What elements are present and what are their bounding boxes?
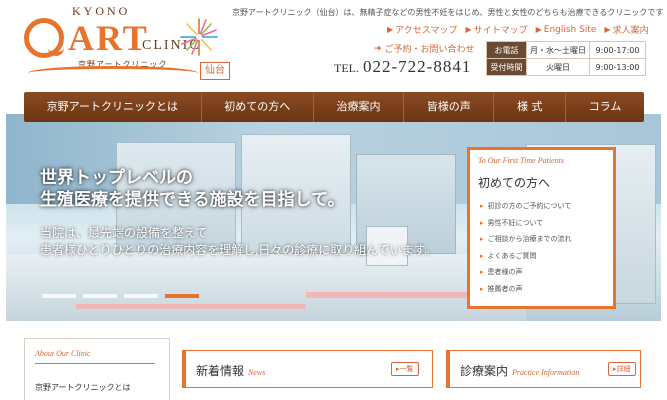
list-item[interactable]: ▸ ご相談から治療までの流れ xyxy=(480,231,572,248)
hours-time: 9:00-17:00 xyxy=(589,41,646,59)
slide-indicators xyxy=(42,294,199,298)
reception-label: 受付時間 xyxy=(486,58,527,76)
slide-dot[interactable] xyxy=(42,294,76,298)
chevron-right-icon: ▶ xyxy=(387,25,394,34)
table-row: 受付時間 火曜日 9:00-13:00 xyxy=(486,58,646,76)
first-time-title: 初めての方へ xyxy=(478,176,551,190)
reception-hours-table: お電話 月・水〜土曜日 9:00-17:00 受付時間 火曜日 9:00-13:… xyxy=(486,41,646,76)
logo-kyono: KYONO xyxy=(72,4,131,18)
hours-days: 火曜日 xyxy=(526,58,590,76)
about-underline xyxy=(35,363,155,364)
practice-info-detail-button[interactable]: ▸詳細 xyxy=(608,362,636,376)
triangle-bullet-icon: ▸ xyxy=(480,268,484,276)
hours-days: 月・水〜土曜日 xyxy=(526,41,590,59)
table-row: お電話 月・水〜土曜日 9:00-17:00 xyxy=(486,41,646,59)
hero-title: 世界トップレベルの 生殖医療を提供できる施設を目指して。 xyxy=(40,168,345,209)
nav-column[interactable]: コラム xyxy=(566,92,644,122)
logo-swoosh xyxy=(28,66,198,80)
logo-sendai-badge: 仙台 xyxy=(200,62,230,80)
hours-time: 9:00-13:00 xyxy=(589,58,646,76)
practice-info-title: 診療案内 Practice Information xyxy=(460,364,580,378)
logo-art: ART xyxy=(68,18,149,58)
nav-about[interactable]: 京野アートクリニックとは xyxy=(24,92,202,122)
triangle-bullet-icon: ▸ xyxy=(480,284,484,293)
english-site-link[interactable]: ▶ English Site xyxy=(536,23,597,36)
triangle-bullet-icon: ▸ xyxy=(480,218,484,227)
tel-label: TEL. xyxy=(334,61,359,75)
nav-treatment[interactable]: 治療案内 xyxy=(314,92,405,122)
chevron-right-icon: ▶ xyxy=(465,25,472,34)
reservation-link[interactable]: ➜ ご予約・お問い合わせ xyxy=(374,42,475,56)
chevron-right-icon: ▶ xyxy=(604,25,611,34)
list-item[interactable]: ▸ よくあるご質問 xyxy=(480,248,572,265)
news-en-title: News xyxy=(248,368,266,377)
slide-dot[interactable] xyxy=(124,294,158,298)
practice-info-header: 診療案内 Practice Information ▸詳細 xyxy=(446,350,641,388)
phone-label: お電話 xyxy=(486,41,527,59)
list-item[interactable]: ▸ 男性不妊について xyxy=(480,215,572,232)
triangle-bullet-icon: ▸ xyxy=(480,251,484,260)
nav-voices[interactable]: 皆様の声 xyxy=(404,92,495,122)
news-list-button[interactable]: ▸一覧 xyxy=(391,362,419,376)
about-en-title: About Our Clinic xyxy=(35,349,91,358)
hero-photo-accent xyxy=(76,304,306,309)
nav-first-time[interactable]: 初めての方へ xyxy=(202,92,314,122)
logo-q-tail xyxy=(48,46,64,56)
chevron-right-icon: ▶ xyxy=(535,25,542,34)
triangle-bullet-icon: ▸ xyxy=(480,202,484,210)
first-time-en-title: To Our First Time Patients xyxy=(478,156,564,165)
slide-dot[interactable] xyxy=(83,294,117,298)
first-time-panel: To Our First Time Patients 初めての方へ ▸ 初診の方の… xyxy=(467,147,616,309)
phone-number[interactable]: TEL. 022-722-8841 xyxy=(334,57,471,77)
firework-icon xyxy=(180,18,218,56)
sitemap-link[interactable]: ▶ サイトマップ xyxy=(465,23,527,36)
news-title: 新着情報 News xyxy=(196,364,266,378)
site-tagline: 京野アートクリニック（仙台）は、無精子症などの男性不妊をはじめ、男性と女性のどち… xyxy=(232,8,664,17)
recruit-link[interactable]: ▶ 求人案内 xyxy=(604,23,648,36)
tel-number: 022-722-8841 xyxy=(363,57,472,76)
access-map-link[interactable]: ▶ アクセスマップ xyxy=(387,23,457,36)
triangle-bullet-icon: ▸ xyxy=(480,235,484,243)
list-item[interactable]: ▸ 推薦者の声 xyxy=(480,281,572,298)
global-nav: 京野アートクリニックとは 初めての方へ 治療案内 皆様の声 様 式 コラム xyxy=(24,92,644,122)
practice-info-en-title: Practice Information xyxy=(512,368,580,377)
nav-forms[interactable]: 様 式 xyxy=(494,92,567,122)
news-header: 新着情報 News ▸一覧 xyxy=(182,350,433,388)
top-links: ▶ アクセスマップ ▶ サイトマップ ▶ English Site ▶ 求人案内 xyxy=(387,23,649,37)
hero-subtitle: 当院は、最先端の設備を整えて 患者様ひとりひとりの治療内容を理解し,日々の診療に… xyxy=(40,226,437,257)
list-item[interactable]: ▸ 初診の方のご予約について xyxy=(480,198,572,215)
about-box: About Our Clinic 京野アートクリニックとは xyxy=(24,338,170,400)
slide-dot-active[interactable] xyxy=(165,294,199,298)
about-link[interactable]: 京野アートクリニックとは xyxy=(35,382,131,393)
first-time-list: ▸ 初診の方のご予約について ▸ 男性不妊について ▸ ご相談から治療までの流れ ▸ よ… xyxy=(480,198,572,297)
list-item[interactable]: ▸ 患者様の声 xyxy=(480,264,572,281)
circle-arrow-icon: ➜ xyxy=(374,43,382,54)
hero-photo-bench xyxy=(6,254,526,321)
